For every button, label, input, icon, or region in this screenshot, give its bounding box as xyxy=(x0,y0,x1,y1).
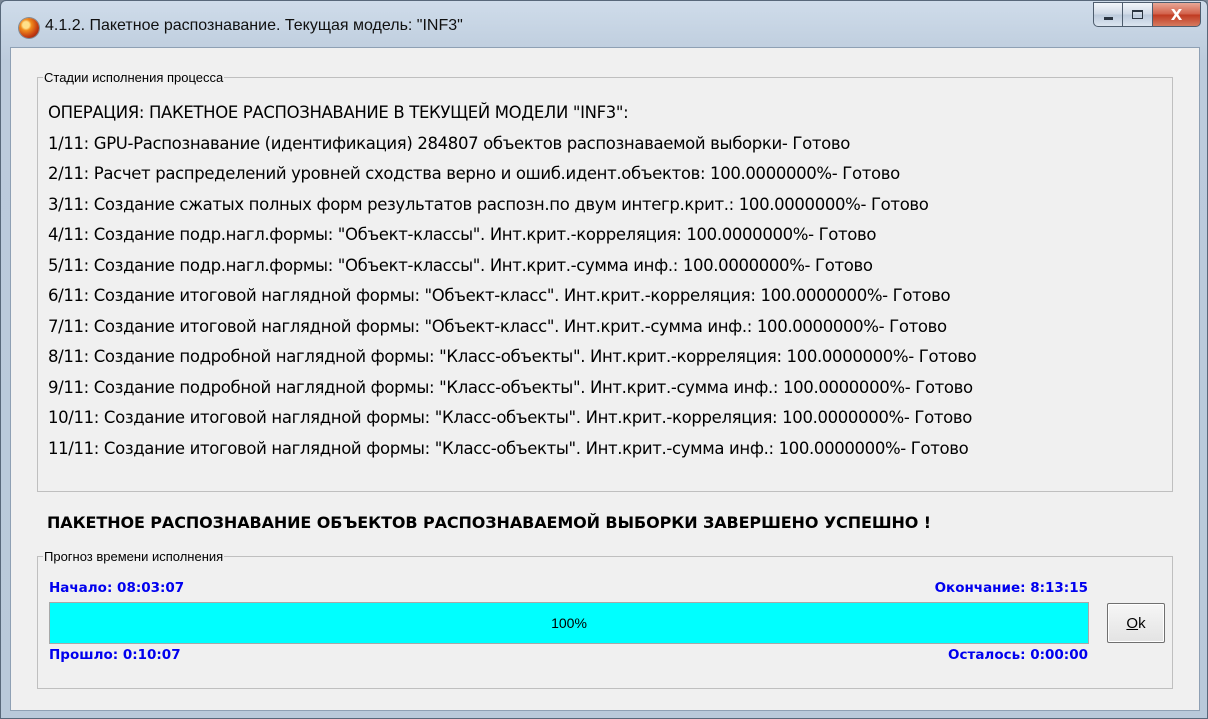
stage-line: 7/11: Создание итоговой наглядной формы:… xyxy=(48,316,947,336)
minimize-button[interactable] xyxy=(1093,2,1123,27)
operation-header: ОПЕРАЦИЯ: ПАКЕТНОЕ РАСПОЗНАВАНИЕ В ТЕКУЩ… xyxy=(48,103,629,122)
close-button[interactable]: X xyxy=(1153,2,1201,27)
stage-line: 9/11: Создание подробной наглядной формы… xyxy=(48,377,973,397)
ok-label-rest: k xyxy=(1138,614,1146,632)
ok-button[interactable]: Ok xyxy=(1107,603,1165,643)
stage-line: 3/11: Создание сжатых полных форм резуль… xyxy=(48,194,929,214)
stage-list: ОПЕРАЦИЯ: ПАКЕТНОЕ РАСПОЗНАВАНИЕ В ТЕКУЩ… xyxy=(48,102,977,468)
close-icon: X xyxy=(1170,5,1183,24)
progress-bar: 100% xyxy=(49,602,1089,644)
stage-line: 11/11: Создание итоговой наглядной формы… xyxy=(48,438,969,458)
ok-mnemonic: O xyxy=(1126,614,1139,632)
maximize-icon xyxy=(1132,10,1143,19)
batch-recognition-window: 4.1.2. Пакетное распознавание. Текущая м… xyxy=(0,0,1208,719)
stage-line: 10/11: Создание итоговой наглядной формы… xyxy=(48,408,972,427)
dialog-client-area: Стадии исполнения процесса ОПЕРАЦИЯ: ПАК… xyxy=(10,47,1200,711)
title-bar[interactable]: 4.1.2. Пакетное распознавание. Текущая м… xyxy=(1,1,1207,47)
window-title: 4.1.2. Пакетное распознавание. Текущая м… xyxy=(45,17,463,34)
completion-message: ПАКЕТНОЕ РАСПОЗНАВАНИЕ ОБЪЕКТОВ РАСПОЗНА… xyxy=(47,513,931,532)
process-stages-group: Стадии исполнения процесса ОПЕРАЦИЯ: ПАК… xyxy=(37,70,1173,492)
stage-line: 1/11: GPU-Распознавание (идентификация) … xyxy=(48,133,850,153)
end-time-label: Окончание: 8:13:15 xyxy=(934,580,1088,596)
elapsed-time-label: Прошло: 0:10:07 xyxy=(49,647,181,663)
time-forecast-group: Прогноз времени исполнения Начало: 08:03… xyxy=(37,549,1173,689)
stage-line: 8/11: Создание подробной наглядной формы… xyxy=(48,347,977,366)
stage-line: 5/11: Создание подр.нагл.формы: "Объект-… xyxy=(48,255,873,275)
window-controls: X xyxy=(1093,2,1201,27)
progress-percent: 100% xyxy=(551,615,587,631)
minimize-icon xyxy=(1103,16,1113,20)
stage-line: 4/11: Создание подр.нагл.формы: "Объект-… xyxy=(48,225,877,244)
start-time-label: Начало: 08:03:07 xyxy=(49,580,185,596)
stage-line: 6/11: Создание итоговой наглядной формы:… xyxy=(48,286,951,305)
app-logo-icon xyxy=(19,18,39,38)
time-forecast-legend: Прогноз времени исполнения xyxy=(43,549,225,564)
remaining-time-label: Осталось: 0:00:00 xyxy=(948,647,1088,663)
process-stages-legend: Стадии исполнения процесса xyxy=(43,70,225,85)
maximize-button[interactable] xyxy=(1123,2,1153,27)
stage-line: 2/11: Расчет распределений уровней сходс… xyxy=(48,164,900,183)
